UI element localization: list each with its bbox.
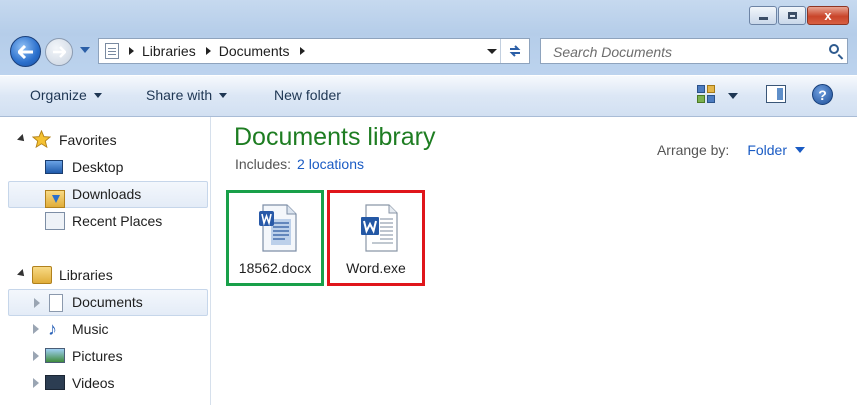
breadcrumb-separator-icon[interactable]	[299, 47, 305, 55]
film-icon	[45, 375, 65, 390]
search-input[interactable]	[551, 40, 815, 64]
organize-button[interactable]: Organize	[30, 87, 102, 103]
help-icon[interactable]: ?	[812, 84, 833, 105]
breadcrumb-libraries[interactable]: Libraries	[142, 43, 196, 59]
file-name: Word.exe	[346, 260, 406, 276]
breadcrumb-separator-icon[interactable]	[129, 47, 134, 55]
expand-icon[interactable]	[33, 378, 39, 388]
nav-videos-label: Videos	[72, 375, 115, 391]
arrange-by-label: Arrange by:	[656, 142, 730, 158]
forward-arrow-icon	[53, 46, 66, 58]
share-with-label: Share with	[146, 87, 213, 103]
back-arrow-icon	[17, 44, 33, 59]
expand-icon[interactable]	[33, 351, 39, 361]
explorer-window: x Libraries Documents Organize	[0, 0, 857, 405]
nav-favorites-label: Favorites	[59, 132, 117, 148]
pictures-icon	[45, 348, 65, 363]
locations-link[interactable]: 2 locations	[297, 156, 364, 172]
address-dropdown-icon[interactable]	[487, 49, 497, 54]
nav-music-label: Music	[72, 321, 109, 337]
library-includes: Includes: 2 locations	[235, 156, 364, 172]
new-folder-label: New folder	[274, 87, 341, 103]
window-controls: x	[748, 6, 849, 25]
arrange-by: Arrange by: Folder	[657, 142, 805, 158]
address-bar[interactable]: Libraries Documents	[98, 38, 530, 64]
forward-button[interactable]	[45, 38, 73, 66]
recent-places-icon	[45, 212, 65, 230]
nav-favorites[interactable]: Favorites	[8, 127, 208, 154]
file-item-exe[interactable]: Word.exe	[327, 190, 425, 286]
chevron-down-icon[interactable]	[795, 147, 805, 153]
search-box	[540, 38, 848, 64]
refresh-icon	[509, 45, 521, 57]
nav-pictures-label: Pictures	[72, 348, 123, 364]
recent-pages-dropdown[interactable]	[80, 47, 90, 53]
documents-library-icon	[49, 294, 63, 312]
maximize-button[interactable]	[778, 6, 806, 25]
content-pane: Documents library Includes: 2 locations A…	[211, 117, 857, 405]
close-icon: x	[824, 8, 832, 23]
star-icon	[31, 129, 52, 149]
page-title: Documents library	[234, 123, 436, 151]
view-options-dropdown[interactable]	[728, 93, 738, 99]
arrange-by-dropdown[interactable]: Folder	[747, 142, 787, 158]
new-folder-button[interactable]: New folder	[274, 87, 341, 103]
nav-desktop-label: Desktop	[72, 159, 124, 175]
desktop-icon	[45, 160, 63, 174]
search-icon[interactable]	[829, 44, 839, 54]
downloads-folder-icon	[45, 189, 65, 208]
minimize-button[interactable]	[749, 6, 777, 25]
expand-icon[interactable]	[34, 298, 40, 308]
nav-recent-places-label: Recent Places	[72, 213, 163, 229]
close-button[interactable]: x	[807, 6, 849, 25]
nav-documents[interactable]: Documents	[8, 289, 208, 316]
nav-recent-places[interactable]: Recent Places	[8, 208, 208, 235]
title-bar: x Libraries Documents	[0, 0, 857, 75]
includes-label: Includes:	[235, 156, 292, 172]
location-page-icon	[105, 43, 119, 59]
collapse-icon[interactable]	[17, 134, 27, 144]
navigation-pane: Favorites Desktop Downloads Recent Place…	[0, 117, 211, 405]
maximize-icon	[787, 12, 797, 19]
file-item-docx[interactable]: 18562.docx	[226, 190, 324, 286]
collapse-icon[interactable]	[17, 269, 27, 279]
nav-desktop[interactable]: Desktop	[8, 154, 208, 181]
nav-downloads-label: Downloads	[72, 186, 142, 202]
nav-libraries[interactable]: Libraries	[8, 262, 208, 289]
chevron-down-icon	[219, 92, 228, 98]
nav-downloads[interactable]: Downloads	[8, 181, 208, 208]
file-name: 18562.docx	[238, 260, 312, 276]
breadcrumb-separator-icon[interactable]	[205, 47, 211, 55]
libraries-icon	[32, 266, 52, 284]
command-bar: Organize Share with New folder ?	[0, 75, 857, 117]
nav-libraries-label: Libraries	[59, 267, 113, 283]
organize-label: Organize	[30, 87, 87, 103]
music-note-icon: ♪	[48, 319, 57, 339]
nav-documents-label: Documents	[72, 294, 143, 310]
word-executable-icon	[361, 204, 398, 252]
expand-icon[interactable]	[33, 324, 39, 334]
nav-videos[interactable]: Videos	[8, 370, 208, 397]
nav-music[interactable]: ♪ Music	[8, 316, 208, 343]
refresh-button[interactable]	[500, 39, 529, 63]
chevron-down-icon	[93, 92, 102, 98]
preview-pane-icon[interactable]	[766, 85, 786, 103]
breadcrumb-documents[interactable]: Documents	[219, 43, 290, 59]
share-with-button[interactable]: Share with	[146, 87, 228, 103]
change-view-icon[interactable]	[697, 85, 715, 103]
word-document-icon	[259, 204, 297, 252]
back-button[interactable]	[10, 36, 41, 67]
minimize-icon	[758, 17, 768, 20]
nav-pictures[interactable]: Pictures	[8, 343, 208, 370]
